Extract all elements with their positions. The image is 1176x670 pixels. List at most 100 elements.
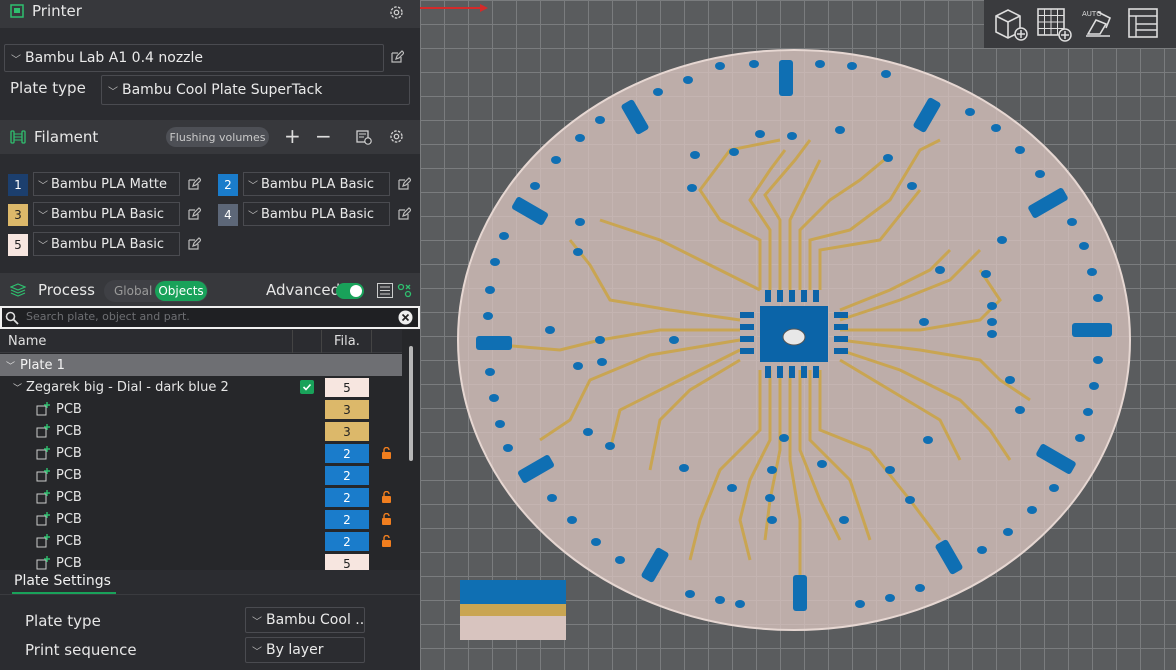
remove-filament-button[interactable]: − bbox=[315, 124, 332, 148]
search-icon bbox=[5, 311, 19, 325]
part-name: PCB bbox=[56, 467, 82, 483]
part-add-icon bbox=[36, 490, 50, 504]
filament-header: Filament Flushing volumes + − bbox=[0, 120, 420, 154]
part-row[interactable]: PCB 5 bbox=[0, 552, 402, 570]
arrange-grid-icon[interactable] bbox=[1034, 4, 1074, 44]
filament-4-swatch[interactable]: 4 bbox=[218, 204, 238, 226]
process-objects-tab[interactable]: Objects bbox=[155, 281, 207, 301]
filament-settings-gear-icon[interactable] bbox=[388, 128, 405, 145]
3d-viewport[interactable]: AUTO bbox=[420, 0, 1176, 670]
filament-spool-icon bbox=[10, 130, 26, 144]
filament-title: Filament bbox=[34, 128, 99, 146]
part-row[interactable]: PCB 2 bbox=[0, 486, 402, 508]
part-add-icon bbox=[36, 512, 50, 526]
filament-2-swatch[interactable]: 2 bbox=[218, 174, 238, 196]
printer-title: Printer bbox=[32, 2, 82, 20]
filament-4-edit-icon[interactable] bbox=[397, 207, 411, 221]
printer-select[interactable]: ﹀ Bambu Lab A1 0.4 nozzle bbox=[4, 44, 384, 72]
build-plate-scene[interactable] bbox=[420, 0, 1176, 670]
object-search-input[interactable]: Search plate, object and part. bbox=[0, 306, 420, 329]
printer-select-value: Bambu Lab A1 0.4 nozzle bbox=[25, 50, 204, 66]
part-name: PCB bbox=[56, 445, 82, 461]
sync-filament-icon[interactable] bbox=[356, 129, 372, 145]
plate-settings-tab[interactable]: Plate Settings bbox=[14, 573, 111, 589]
part-filament-badge[interactable]: 3 bbox=[325, 400, 369, 419]
object-row[interactable]: ﹀ Zegarek big - Dial - dark blue 2 5 bbox=[0, 376, 402, 398]
plate-settings-panel: Plate Settings Plate type ﹀ Bambu Cool .… bbox=[0, 570, 420, 670]
part-row[interactable]: PCB 3 bbox=[0, 420, 402, 442]
process-layers-icon bbox=[10, 283, 26, 297]
flushing-volumes-button[interactable]: Flushing volumes bbox=[166, 127, 269, 147]
layout-icon[interactable] bbox=[1124, 4, 1164, 44]
part-name: PCB bbox=[56, 555, 82, 571]
filament-2-select[interactable]: ﹀ Bambu PLA Basic bbox=[243, 172, 390, 196]
filament-5-swatch[interactable]: 5 bbox=[8, 234, 28, 256]
filament-1-select[interactable]: ﹀ Bambu PLA Matte bbox=[33, 172, 180, 196]
chevron-down-icon: ﹀ bbox=[108, 86, 118, 98]
part-name: PCB bbox=[56, 489, 82, 505]
object-visible-checkbox[interactable] bbox=[300, 380, 314, 394]
part-row[interactable]: PCB 2 bbox=[0, 530, 402, 552]
process-global-tab[interactable]: Global bbox=[114, 284, 152, 298]
lock-open-icon[interactable] bbox=[381, 491, 392, 503]
auto-orient-text: AUTO bbox=[1082, 10, 1102, 18]
part-row[interactable]: PCB 2 bbox=[0, 442, 402, 464]
object-list-scrollbar[interactable] bbox=[404, 346, 414, 570]
part-row[interactable]: PCB 3 bbox=[0, 398, 402, 420]
plate-name: Plate 1 bbox=[20, 357, 65, 373]
prime-tower[interactable] bbox=[460, 580, 566, 640]
part-filament-badge[interactable]: 2 bbox=[325, 444, 369, 463]
advanced-toggle-knob bbox=[350, 285, 362, 297]
filament-1-swatch[interactable]: 1 bbox=[8, 174, 28, 196]
filament-4-select[interactable]: ﹀ Bambu PLA Basic bbox=[243, 202, 390, 226]
object-filament-badge[interactable]: 5 bbox=[325, 378, 369, 397]
printer-settings-gear-icon[interactable] bbox=[388, 4, 405, 21]
column-fila-header[interactable]: Fila. bbox=[334, 334, 360, 349]
part-filament-badge[interactable]: 2 bbox=[325, 488, 369, 507]
part-add-icon bbox=[36, 556, 50, 570]
object-name: Zegarek big - Dial - dark blue 2 bbox=[26, 379, 229, 395]
chevron-down-icon: ﹀ bbox=[6, 361, 16, 372]
part-row[interactable]: PCB 2 bbox=[0, 508, 402, 530]
part-row[interactable]: PCB 2 bbox=[0, 464, 402, 486]
advanced-toggle[interactable] bbox=[336, 283, 364, 299]
process-list-icon[interactable] bbox=[377, 283, 393, 298]
part-add-icon bbox=[36, 534, 50, 548]
lock-open-icon[interactable] bbox=[381, 535, 392, 547]
filament-3-edit-icon[interactable] bbox=[187, 207, 201, 221]
column-divider bbox=[321, 330, 322, 353]
object-list: Name Fila. ﹀ Plate 1 ﹀ Zegarek big - Dia… bbox=[0, 330, 420, 570]
print-sequence-select[interactable]: ﹀ By layer bbox=[245, 637, 365, 663]
part-name: PCB bbox=[56, 533, 82, 549]
lock-open-icon[interactable] bbox=[381, 513, 392, 525]
printer-edit-icon[interactable] bbox=[390, 50, 404, 64]
part-name: PCB bbox=[56, 511, 82, 527]
process-header: Process Global Objects Advanced bbox=[0, 273, 420, 307]
plate-settings-plate-type-select[interactable]: ﹀ Bambu Cool ... bbox=[245, 607, 365, 633]
process-compare-icon[interactable] bbox=[397, 283, 412, 298]
printer-plate-type-select[interactable]: ﹀ Bambu Cool Plate SuperTack bbox=[101, 75, 410, 105]
part-filament-badge[interactable]: 2 bbox=[325, 466, 369, 485]
part-filament-badge[interactable]: 2 bbox=[325, 510, 369, 529]
filament-1-edit-icon[interactable] bbox=[187, 177, 201, 191]
filament-5-select[interactable]: ﹀ Bambu PLA Basic bbox=[33, 232, 180, 256]
column-name-header[interactable]: Name bbox=[8, 334, 46, 349]
part-filament-badge[interactable]: 3 bbox=[325, 422, 369, 441]
plate-row[interactable]: ﹀ Plate 1 bbox=[0, 354, 402, 376]
filament-5-name: Bambu PLA Basic bbox=[51, 236, 164, 252]
filament-5-edit-icon[interactable] bbox=[187, 237, 201, 251]
filament-4-number: 4 bbox=[224, 208, 232, 222]
part-filament-badge[interactable]: 5 bbox=[325, 554, 369, 570]
search-placeholder: Search plate, object and part. bbox=[26, 310, 190, 323]
clear-search-icon[interactable] bbox=[398, 310, 413, 325]
add-plate-icon[interactable] bbox=[990, 4, 1030, 44]
scrollbar-thumb[interactable] bbox=[409, 346, 413, 461]
lock-open-icon[interactable] bbox=[381, 447, 392, 459]
part-filament-badge[interactable]: 2 bbox=[325, 532, 369, 551]
filament-2-edit-icon[interactable] bbox=[397, 177, 411, 191]
add-filament-button[interactable]: + bbox=[284, 124, 301, 148]
printer-header: Printer bbox=[0, 0, 420, 28]
auto-orient-icon[interactable]: AUTO bbox=[1078, 4, 1118, 44]
filament-3-swatch[interactable]: 3 bbox=[8, 204, 28, 226]
filament-3-select[interactable]: ﹀ Bambu PLA Basic bbox=[33, 202, 180, 226]
